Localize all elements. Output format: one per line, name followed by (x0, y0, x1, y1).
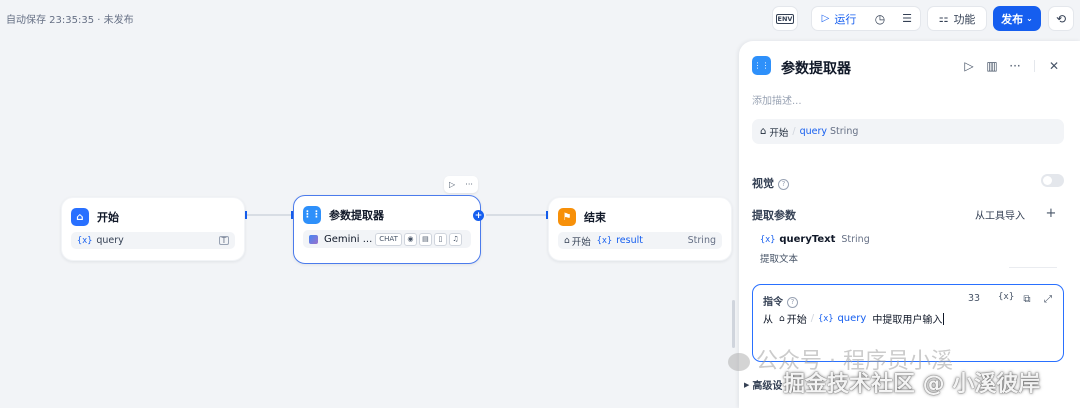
param-item[interactable]: {x} queryText String (760, 234, 870, 245)
param-description: 提取文本 (760, 254, 799, 265)
caret-right-icon: ▶ (744, 380, 750, 389)
extractor-node-title: 参数提取器 (329, 209, 384, 222)
input-variable-selector[interactable]: ⌂ 开始 / query String (752, 119, 1064, 144)
features-icon: ⚏ (938, 12, 949, 25)
toggle-knob (1043, 176, 1052, 185)
end-icon: ⚑ (558, 208, 576, 226)
instruction-label-group: 指令? (763, 293, 798, 308)
play-icon: ▷ (821, 13, 830, 24)
home-icon: ⌂ (564, 235, 570, 246)
features-label: 功能 (953, 12, 976, 26)
add-param-icon[interactable]: + (1043, 205, 1059, 221)
instruction-label: 指令 (763, 297, 783, 308)
version-history-button[interactable]: ⟲ (1048, 6, 1074, 31)
env-button[interactable]: ENV (772, 6, 798, 31)
publish-label: 发布 (1001, 12, 1024, 26)
instruction-var-name: query (837, 313, 867, 324)
env-icon: ENV (775, 13, 795, 24)
help-icon: ? (778, 178, 789, 190)
play-icon[interactable]: ▷ (449, 180, 455, 189)
divider (1034, 60, 1035, 72)
end-var-type: String (687, 235, 716, 246)
input-var-name: query (799, 126, 828, 137)
end-source: 开始 (571, 236, 591, 248)
text-cursor (943, 312, 945, 325)
end-node-variable: ⌂ 开始 {x} result String (558, 232, 722, 249)
model-name: Gemini ... (324, 233, 373, 245)
vision-label: 视觉 (752, 177, 774, 190)
node-mini-toolbar: ▷ ··· (444, 176, 478, 193)
more-icon[interactable]: ··· (1007, 58, 1023, 74)
description-input[interactable]: 添加描述... (752, 92, 802, 107)
run-label: 运行 (834, 12, 857, 26)
panel-resize-handle[interactable] (732, 300, 735, 348)
text-input-type-icon: T (219, 236, 229, 245)
features-button[interactable]: ⚏ 功能 (927, 6, 987, 31)
input-var-type: String (830, 126, 859, 137)
expand-icon[interactable]: ⤢ (1040, 291, 1056, 307)
checklist-icon: ☰ (902, 12, 912, 25)
wechat-icon (728, 353, 750, 371)
end-node[interactable]: ⚑ 结束 ⌂ 开始 {x} result String (548, 197, 732, 261)
watermark-main: 掘金技术社区 @ 小溪彼岸 (783, 372, 1041, 397)
history-check-button[interactable]: ◷ (866, 7, 894, 30)
instruction-text[interactable]: 从 ⌂ 开始 / {x} query 中提取用户输入 (763, 311, 945, 326)
copy-icon[interactable]: ⧉ (1019, 291, 1035, 307)
extract-params-label: 提取参数 (752, 209, 796, 222)
vision-section: 视觉? (752, 175, 789, 191)
advanced-label: 高级设 (752, 381, 783, 392)
add-node-button[interactable]: + (473, 210, 484, 221)
panel-title[interactable]: 参数提取器 (781, 58, 851, 78)
checklist-button[interactable]: ☰ (894, 7, 920, 30)
start-node[interactable]: ⌂ 开始 {x} query T (61, 197, 245, 261)
chat-tag: CHAT (375, 232, 402, 246)
chevron-down-icon: ⌄ (1026, 14, 1033, 23)
variable-icon: {x} (596, 235, 613, 246)
gemini-icon (309, 234, 318, 244)
end-var-name: result (616, 235, 643, 246)
home-icon: ⌂ (779, 313, 785, 324)
more-icon[interactable]: ··· (465, 180, 473, 189)
char-count: 33 (968, 293, 981, 304)
help-doc-icon[interactable]: ▥ (984, 58, 1000, 74)
import-from-tool-button[interactable]: 从工具导入 (975, 207, 1025, 222)
parameter-extractor-node[interactable]: ⋮⋮ 参数提取器 Gemini ... CHAT ◉ ▤ ▯ ♫ (293, 195, 481, 264)
separator: / (792, 126, 796, 137)
close-icon[interactable]: ✕ (1046, 58, 1062, 74)
help-icon: ? (787, 296, 798, 308)
extractor-icon: ⋮⋮ (752, 56, 771, 75)
model-row: Gemini ... CHAT ◉ ▤ ▯ ♫ (303, 230, 471, 248)
home-icon: ⌂ (71, 208, 89, 226)
variable-icon: {x} (760, 234, 776, 245)
extractor-icon: ⋮⋮ (303, 206, 321, 224)
video-icon: ▯ (433, 232, 447, 246)
advanced-settings-toggle[interactable]: ▶ 高级设 (744, 377, 783, 393)
instruction-source: 开始 (786, 315, 807, 326)
variable-icon: {x} (818, 313, 834, 324)
end-node-title: 结束 (584, 211, 606, 224)
start-var-name: query (96, 235, 124, 246)
home-icon: ⌂ (760, 126, 767, 137)
input-var-source: 开始 (769, 127, 789, 139)
run-button[interactable]: ▷ 运行 (812, 7, 866, 30)
checklist-clock-icon: ◷ (874, 11, 886, 26)
audio-icon: ♫ (448, 232, 462, 246)
document-icon: ▤ (418, 232, 432, 246)
instruction-suffix: 中提取用户输入 (872, 315, 943, 326)
start-node-title: 开始 (97, 211, 119, 224)
publish-button[interactable]: 发布 ⌄ (993, 6, 1041, 31)
run-toolbar-group: ▷ 运行 ◷ ☰ (811, 6, 921, 31)
run-node-icon[interactable]: ▷ (961, 58, 977, 74)
variable-icon: {x} (77, 235, 93, 246)
insert-variable-icon[interactable]: {x} (998, 292, 1014, 302)
separator: / (810, 313, 815, 324)
vision-icon: ◉ (403, 232, 417, 246)
param-name: queryText (779, 234, 836, 245)
history-icon: ⟲ (1055, 11, 1067, 26)
divider (1009, 267, 1057, 268)
vision-toggle[interactable] (1041, 174, 1064, 187)
start-node-variable: {x} query T (71, 232, 235, 249)
instruction-prefix: 从 (763, 315, 773, 326)
param-type: String (841, 234, 870, 245)
